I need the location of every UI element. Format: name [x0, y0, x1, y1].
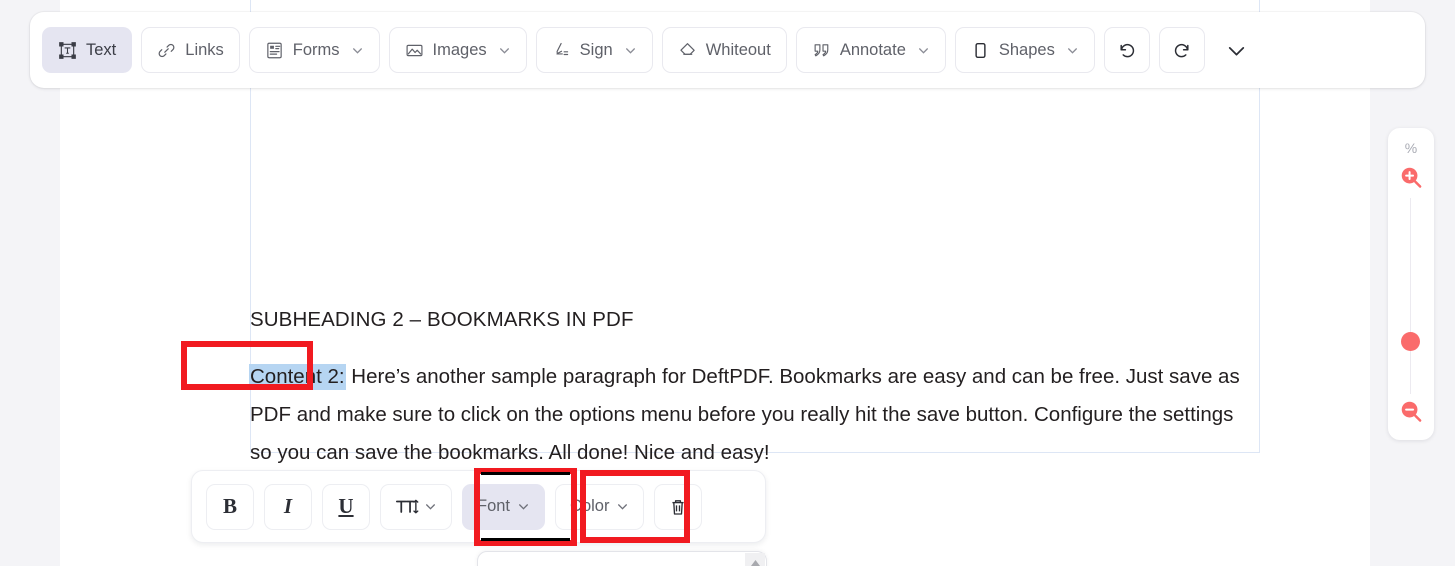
image-icon [405, 41, 424, 60]
chevron-down-icon [498, 44, 511, 57]
chevron-down-icon [917, 44, 930, 57]
toolbar-item-links-label: Links [185, 40, 224, 59]
annotation-bar-font-bottom [481, 538, 570, 541]
toolbar-item-forms[interactable]: Forms [248, 27, 380, 73]
bold-button[interactable]: B [206, 483, 254, 530]
font-size-icon [395, 497, 419, 516]
toolbar-item-shapes[interactable]: Shapes [954, 27, 1095, 73]
chevron-down-icon [351, 44, 364, 57]
chevron-down-icon [1224, 38, 1249, 63]
zoom-slider-track[interactable] [1410, 198, 1411, 394]
toolbar-item-text[interactable]: Text [42, 27, 133, 73]
main-toolbar: Text Links Forms Images Sign Whiteout An… [30, 12, 1425, 88]
chevron-down-icon [624, 44, 637, 57]
form-icon [265, 41, 284, 60]
bold-label: B [222, 494, 237, 518]
toolbar-item-shapes-label: Shapes [998, 40, 1055, 59]
triangle-up-icon [750, 560, 760, 566]
link-icon [157, 41, 176, 60]
dropdown-scroll-up-button[interactable] [745, 553, 765, 566]
paragraph-rest-text: Here’s another sample paragraph for Deft… [250, 365, 1240, 464]
collapse-toolbar-button[interactable] [1214, 27, 1260, 73]
toolbar-item-images[interactable]: Images [388, 27, 527, 73]
rectangle-icon [971, 41, 990, 60]
italic-label: I [283, 494, 293, 518]
document-subheading: SUBHEADING 2 – BOOKMARKS IN PDF [250, 308, 634, 331]
chevron-down-icon [424, 500, 437, 513]
zoom-rail: % [1388, 128, 1434, 440]
chevron-down-icon [1066, 44, 1079, 57]
eraser-icon [678, 41, 697, 60]
underline-button[interactable]: U [322, 483, 370, 530]
toolbar-item-text-label: Text [86, 40, 117, 59]
redo-button[interactable] [1158, 27, 1205, 73]
toolbar-item-images-label: Images [432, 40, 487, 59]
toolbar-item-sign[interactable]: Sign [535, 27, 653, 73]
redo-icon [1171, 39, 1193, 61]
toolbar-item-links[interactable]: Links [141, 27, 240, 73]
annotation-box-selected-text [181, 341, 313, 390]
zoom-slider-handle[interactable] [1401, 332, 1420, 351]
underline-label: U [338, 494, 354, 518]
annotation-box-color-button [580, 470, 690, 543]
italic-button[interactable]: I [264, 483, 312, 530]
zoom-out-icon[interactable] [1400, 400, 1423, 423]
undo-icon [1116, 39, 1138, 61]
signature-icon [552, 41, 571, 60]
annotation-box-font-button [474, 468, 577, 546]
pdf-editor-app: SUBHEADING 2 – BOOKMARKS IN PDF Content … [0, 0, 1455, 566]
toolbar-item-whiteout-label: Whiteout [705, 40, 771, 59]
quote-icon [812, 41, 831, 60]
toolbar-item-sign-label: Sign [579, 40, 613, 59]
undo-button[interactable] [1103, 27, 1150, 73]
font-dropdown-panel[interactable] [477, 551, 767, 566]
toolbar-item-annotate[interactable]: Annotate [795, 27, 946, 73]
annotation-bar-font-top [481, 472, 570, 475]
toolbar-item-whiteout[interactable]: Whiteout [661, 27, 787, 73]
text-box-icon [58, 41, 77, 60]
zoom-in-icon[interactable] [1400, 166, 1423, 189]
font-size-button[interactable] [380, 483, 452, 530]
toolbar-item-forms-label: Forms [292, 40, 340, 59]
toolbar-item-annotate-label: Annotate [839, 40, 906, 59]
document-paragraph[interactable]: Content 2: Here’s another sample paragra… [249, 358, 1260, 472]
zoom-percent-label: % [1404, 140, 1418, 156]
